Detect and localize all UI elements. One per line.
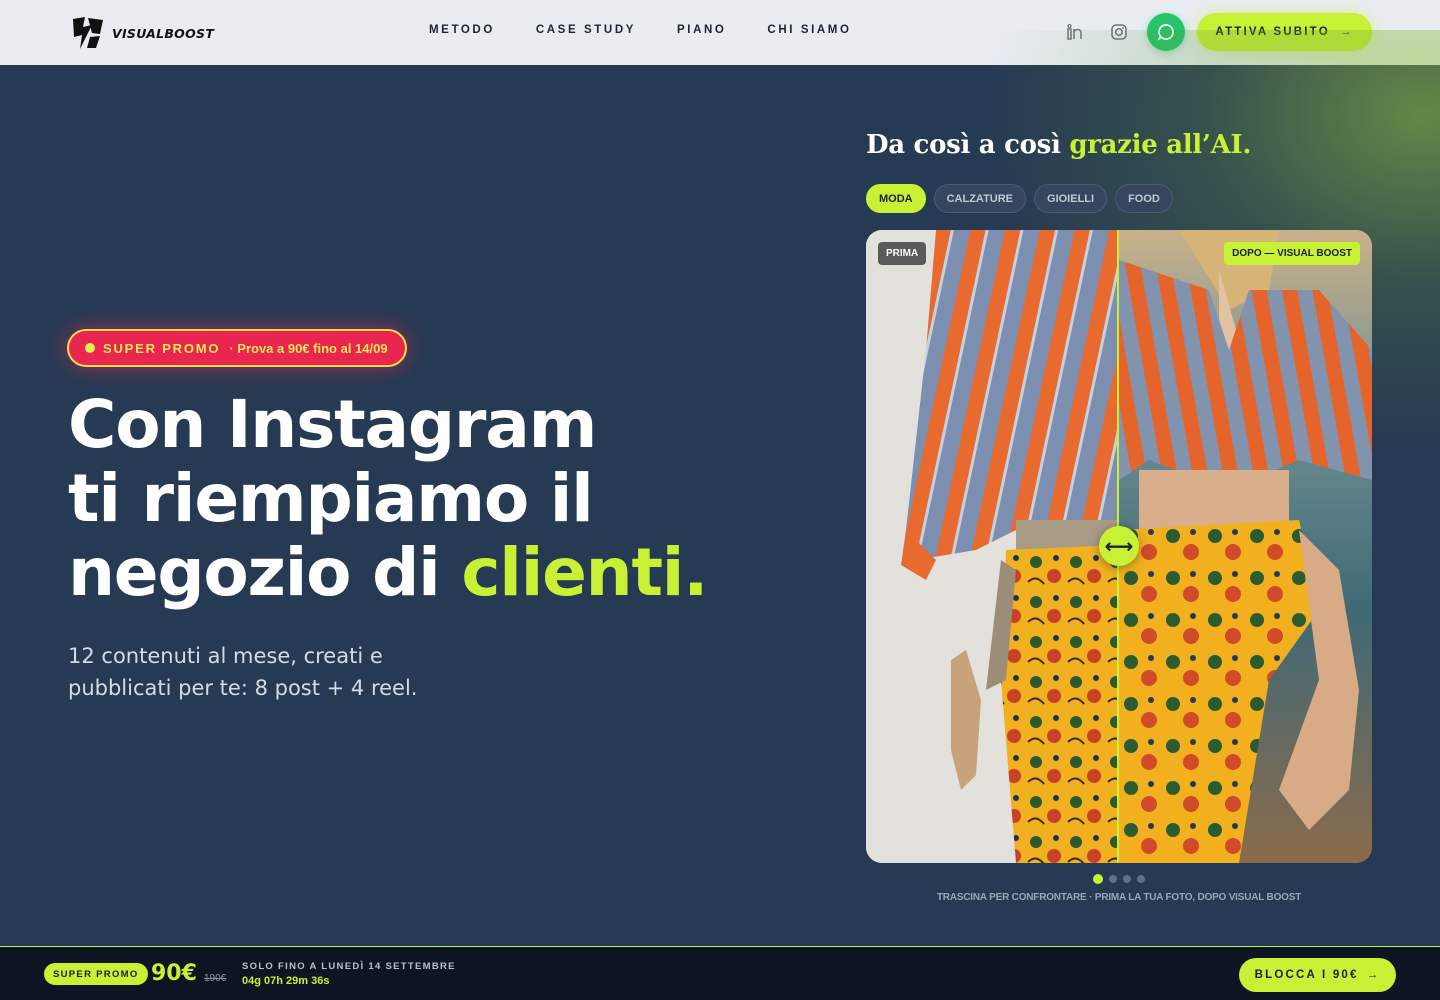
whatsapp-button[interactable]	[1147, 13, 1185, 51]
activate-now-label: ATTIVA SUBITO	[1215, 26, 1330, 38]
before-after-slider[interactable]: PRIMA DOPO — VISUAL BOOST ⟷	[866, 230, 1372, 863]
nav-link-piano[interactable]: PIANO	[677, 24, 726, 36]
promo-label: SUPER PROMO	[103, 340, 221, 356]
compare-drag-handle[interactable]: ⟷	[1099, 526, 1139, 566]
top-nav: VISUALBOOST METODO CASE STUDY PIANO CHI …	[0, 0, 1440, 65]
activate-now-button[interactable]: ATTIVA SUBITO →	[1197, 13, 1372, 51]
tab-calzature[interactable]: CALZATURE	[933, 184, 1027, 213]
nav-link-case-study[interactable]: CASE STUDY	[536, 24, 636, 36]
promo-bottom-bar: SUPER PROMO 90€ 190€ SOLO FINO A LUNEDÌ …	[0, 946, 1440, 1000]
arrow-right-icon: →	[1366, 969, 1381, 981]
lock-price-button[interactable]: BLOCCA I 90€ →	[1239, 958, 1396, 992]
slide-dot-2[interactable]	[1109, 875, 1117, 883]
promo-dot-icon	[85, 343, 95, 353]
main-menu: METODO CASE STUDY PIANO CHI SIAMO	[429, 24, 852, 36]
old-price: 190€	[204, 973, 227, 984]
mannequin-shirt-illustration	[866, 230, 1119, 863]
tab-moda[interactable]: MODA	[866, 184, 926, 213]
before-image: PRIMA	[866, 230, 1119, 863]
arrow-right-icon: →	[1339, 26, 1354, 38]
hero-headline: Con Instagram ti riempiamo il negozio di…	[68, 386, 708, 611]
instagram-icon[interactable]	[1107, 20, 1131, 44]
model-outfit-illustration	[1119, 230, 1372, 863]
slide-dot-1[interactable]	[1093, 874, 1103, 884]
whatsapp-icon	[1157, 24, 1174, 41]
tab-gioielli[interactable]: GIOIELLI	[1034, 184, 1108, 213]
headline-line-3-prefix: negozio di	[68, 534, 462, 611]
hero-subheadline: 12 contenuti al mese, creati e pubblicat…	[68, 644, 418, 700]
compare-title-accent: grazie all’AI.	[1069, 130, 1252, 160]
compare-title-prefix: Da così a così	[866, 130, 1070, 160]
linkedin-icon[interactable]	[1063, 20, 1087, 44]
slide-dot-3[interactable]	[1123, 875, 1131, 883]
nav-link-metodo[interactable]: METODO	[429, 24, 495, 36]
lock-price-label: BLOCCA I 90€	[1254, 969, 1359, 981]
nav-link-chi-siamo[interactable]: CHI SIAMO	[767, 24, 851, 36]
brand-name: VISUALBOOST	[112, 25, 215, 41]
headline-accent: clienti.	[461, 534, 708, 611]
compare-caption: TRASCINA PER CONFRONTARE · PRIMA LA TUA …	[936, 892, 1302, 903]
promo-detail: · Prova a 90€ fino al 14/09	[229, 340, 388, 356]
category-tabs: MODA CALZATURE GIOIELLI FOOD	[866, 184, 1173, 213]
slide-pagination	[1093, 874, 1145, 884]
headline-line-2: ti riempiamo il	[68, 460, 594, 537]
countdown-timer: 04g 07h 29m 36s	[242, 975, 330, 987]
after-tag: DOPO — VISUAL BOOST	[1224, 242, 1360, 265]
tab-food[interactable]: FOOD	[1115, 184, 1173, 213]
before-tag: PRIMA	[878, 242, 927, 265]
brand-logo[interactable]: VISUALBOOST	[70, 15, 214, 51]
headline-line-1: Con Instagram	[68, 386, 597, 463]
slide-dot-4[interactable]	[1137, 875, 1145, 883]
compare-title: Da così a così grazie all’AI.	[866, 130, 1251, 160]
promo-price: 90€	[151, 961, 197, 986]
after-image: DOPO — VISUAL BOOST	[1119, 230, 1372, 863]
promo-deadline: SOLO FINO A LUNEDÌ 14 SETTEMBRE	[242, 961, 456, 972]
bottom-promo-badge: SUPER PROMO	[44, 963, 148, 985]
super-promo-pill[interactable]: SUPER PROMO · Prova a 90€ fino al 14/09	[67, 329, 407, 367]
lightning-logo-icon	[73, 17, 103, 49]
